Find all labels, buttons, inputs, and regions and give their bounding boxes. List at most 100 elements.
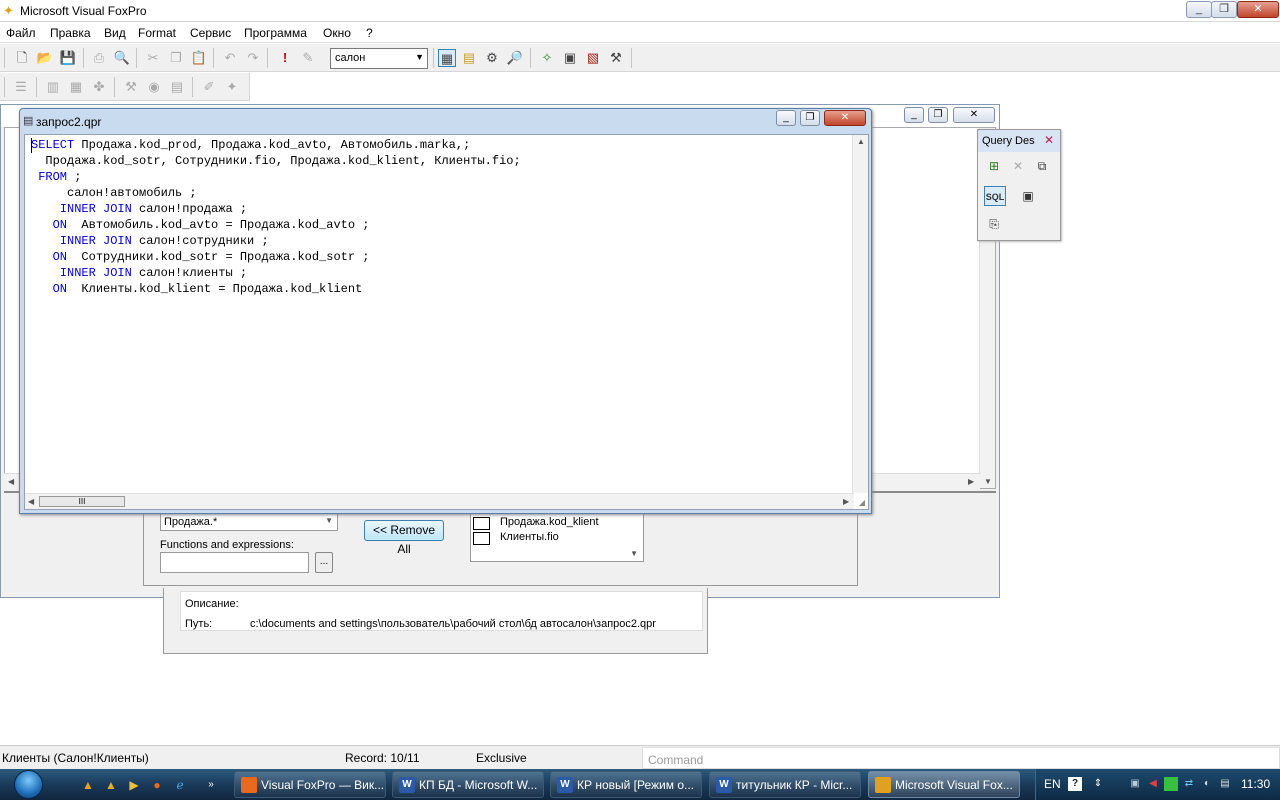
quicklaunch-avast-icon[interactable]: ▲	[80, 777, 96, 793]
sql-minimize-button[interactable]: _	[776, 110, 796, 126]
properties-icon[interactable]: ⚙	[483, 49, 501, 67]
volume-icon[interactable]: ◀	[1146, 777, 1160, 791]
move-handle-icon[interactable]	[473, 532, 490, 545]
restore-button[interactable]: ❐	[1211, 1, 1237, 18]
undo-icon[interactable]: ↶	[221, 49, 239, 67]
close-button[interactable]: ✕	[1237, 1, 1279, 18]
save-icon[interactable]: 💾	[59, 49, 77, 67]
scroll-down-icon[interactable]: ▼	[984, 477, 992, 486]
paste-icon[interactable]: 📋	[190, 49, 208, 67]
taskbar-item[interactable]: Microsoft Visual Fox...	[868, 771, 1020, 798]
taskbar-item[interactable]: W КП БД - Microsoft W...	[392, 771, 544, 798]
list-item[interactable]: Продажа.kod_klient	[471, 516, 631, 531]
taskbar-item[interactable]: W КР новый [Режим о...	[550, 771, 702, 798]
qd-minimize-button[interactable]: _	[904, 107, 924, 123]
redo-icon[interactable]: ↷	[244, 49, 262, 67]
code-icon[interactable]: 🔎	[506, 49, 524, 67]
qd-restore-button[interactable]: ❐	[928, 107, 948, 123]
builder-icon[interactable]: ✧	[538, 49, 556, 67]
usb-icon[interactable]: ▤	[1218, 777, 1232, 791]
print-icon[interactable]: ⎙	[90, 49, 108, 67]
help-icon[interactable]: ?	[1068, 777, 1082, 791]
order-icon[interactable]: ▤	[168, 78, 186, 96]
expression-builder-button[interactable]: ...	[315, 552, 333, 573]
view-window-icon[interactable]: ▤	[460, 49, 478, 67]
query-destination-icon[interactable]: ⎘	[984, 214, 1004, 234]
scroll-right-icon[interactable]: ▶	[843, 497, 849, 506]
list-item[interactable]: Клиенты.fio	[471, 531, 631, 546]
editor-hscroll[interactable]: ◀ III ▶	[25, 493, 854, 509]
clock[interactable]: 11:30	[1241, 777, 1270, 791]
language-indicator[interactable]: EN	[1044, 777, 1061, 791]
selected-fields-list[interactable]: Продажа.kod_klient Клиенты.fio ▼	[470, 513, 644, 562]
tray-arrow-icon[interactable]: ⇕	[1091, 777, 1105, 791]
layout-icon[interactable]: ▥	[44, 78, 62, 96]
add-table-icon[interactable]: ⊞	[984, 156, 1004, 176]
menu-edit[interactable]: Правка	[50, 26, 91, 40]
tools2-icon[interactable]: ⚒	[122, 78, 140, 96]
quicklaunch-more-icon[interactable]: »	[203, 777, 219, 793]
qd-close-button[interactable]: ✕	[953, 107, 995, 123]
menu-tools[interactable]: Сервис	[190, 26, 231, 40]
sql-restore-button[interactable]: ❐	[800, 110, 820, 126]
menu-program[interactable]: Программа	[244, 26, 307, 40]
command-window-icon[interactable]: ▦	[438, 49, 456, 67]
database-combo[interactable]: салон ▼	[330, 48, 428, 69]
network-icon[interactable]: ▣	[1128, 777, 1142, 791]
taskbar-item[interactable]: Wтитульник КР - Micr...	[709, 771, 861, 798]
brush-icon[interactable]: ✐	[200, 78, 218, 96]
available-fields-combo[interactable]: Продажа.* ▼	[160, 513, 338, 531]
database-combo-value: салон	[335, 52, 366, 64]
minimize-button[interactable]: _	[1186, 1, 1212, 18]
sql-close-button[interactable]: ✕	[824, 110, 866, 126]
palette-icon[interactable]: ✤	[90, 78, 108, 96]
menu-window[interactable]: Окно	[323, 26, 351, 40]
move-handle-icon[interactable]	[473, 517, 490, 530]
new-icon[interactable]: 🗋	[13, 49, 31, 67]
report-icon[interactable]: ▧	[584, 49, 602, 67]
show-sql-icon[interactable]: SQL	[984, 186, 1006, 206]
grid-icon[interactable]: ▦	[67, 78, 85, 96]
open-icon[interactable]: 📂	[36, 49, 54, 67]
maximize-table-view-icon[interactable]: ▣	[1018, 186, 1038, 206]
scroll-left-icon[interactable]: ◀	[8, 477, 14, 486]
quicklaunch-ie-icon[interactable]: ℯ	[172, 777, 188, 793]
quicklaunch-firefox-icon[interactable]: ●	[149, 777, 165, 793]
wizard-icon[interactable]: ✦	[223, 78, 241, 96]
start-button[interactable]	[2, 769, 54, 800]
scroll-up-icon[interactable]: ▲	[857, 137, 865, 146]
taskbar-item[interactable]: Visual FoxPro — Вик...	[234, 771, 386, 798]
tools-icon[interactable]: ⚒	[607, 49, 625, 67]
scroll-thumb[interactable]: III	[39, 496, 125, 507]
connection-icon[interactable]: ⇄	[1182, 777, 1196, 791]
color-icon[interactable]: ◉	[145, 78, 163, 96]
editor-vscroll[interactable]: ▲	[852, 135, 868, 493]
menu-view[interactable]: Вид	[104, 26, 126, 40]
command-input[interactable]: Command	[642, 747, 1280, 769]
add-join-icon[interactable]: ⧉	[1032, 156, 1052, 176]
quicklaunch-media-icon[interactable]: ▶	[126, 777, 142, 793]
quicklaunch-folder-icon[interactable]: ▲	[103, 777, 119, 793]
menu-help[interactable]: ?	[366, 26, 373, 40]
menu-format[interactable]: Format	[138, 26, 176, 40]
sql-editor[interactable]: SELECT Продажа.kod_prod, Продажа.kod_avt…	[24, 134, 869, 510]
sql-code[interactable]: SELECT Продажа.kod_prod, Продажа.kod_avt…	[31, 137, 521, 297]
modify-form-icon[interactable]: ✎	[299, 49, 317, 67]
align-icon[interactable]: ☰	[12, 78, 30, 96]
run-icon[interactable]: !	[276, 49, 294, 67]
form-wizard-icon[interactable]: ▣	[561, 49, 579, 67]
scroll-down-icon[interactable]: ▼	[630, 549, 638, 558]
remove-table-icon[interactable]: ✕	[1008, 156, 1028, 176]
print-preview-icon[interactable]: 🔍	[113, 49, 131, 67]
update-icon[interactable]: ◐	[1200, 777, 1214, 791]
cut-icon[interactable]: ✂	[144, 49, 162, 67]
battery-icon[interactable]	[1164, 777, 1178, 791]
functions-input[interactable]	[160, 552, 309, 573]
menu-file[interactable]: Файл	[6, 26, 36, 40]
close-icon[interactable]: ✕	[1044, 133, 1054, 147]
scroll-right-icon[interactable]: ▶	[968, 477, 974, 486]
scroll-left-icon[interactable]: ◀	[28, 497, 34, 506]
copy-icon[interactable]: ❐	[167, 49, 185, 67]
remove-all-button[interactable]: << Remove All	[364, 520, 444, 556]
resize-grip-icon[interactable]: ◢	[859, 498, 865, 507]
